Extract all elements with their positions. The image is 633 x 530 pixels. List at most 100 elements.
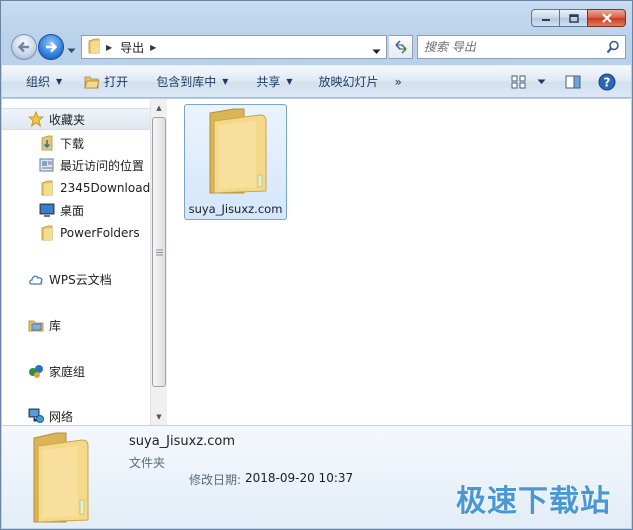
share-button[interactable]: 共享 ▼ bbox=[248, 70, 300, 94]
sidebar-item-label: 最近访问的位置 bbox=[60, 158, 145, 173]
details-file-type: 文件夹 bbox=[129, 456, 166, 470]
navigation-bar: ▶ 导出 ▶ bbox=[9, 33, 626, 61]
folder-icon bbox=[26, 430, 94, 529]
file-item[interactable]: suya_Jisuxz.com bbox=[184, 104, 287, 220]
breadcrumb-separator[interactable]: ▶ bbox=[106, 43, 112, 52]
watermark-logo: 极速下载站 bbox=[456, 484, 611, 519]
slideshow-label: 放映幻灯片 bbox=[318, 75, 379, 89]
sidebar-item-2345downloads[interactable]: 2345Downloads bbox=[39, 177, 150, 199]
desktop-icon bbox=[39, 202, 55, 218]
search-icon[interactable] bbox=[606, 40, 620, 57]
sidebar-favorites-label: 收藏夹 bbox=[49, 112, 86, 127]
search-box[interactable] bbox=[417, 35, 626, 59]
address-history-dropdown[interactable] bbox=[372, 44, 381, 58]
folder-icon bbox=[200, 107, 272, 200]
homegroup-icon bbox=[28, 363, 44, 379]
sidebar-homegroup-label: 家庭组 bbox=[49, 364, 86, 379]
maximize-button[interactable] bbox=[560, 9, 587, 27]
sidebar-item-desktop[interactable]: 桌面 bbox=[39, 199, 84, 221]
sidebar-network-label: 网络 bbox=[49, 409, 74, 424]
scroll-up-arrow-icon[interactable]: ▲ bbox=[151, 99, 167, 116]
more-commands-button[interactable]: » bbox=[387, 70, 410, 94]
folder-icon bbox=[39, 180, 55, 196]
sidebar-item-label: 桌面 bbox=[60, 203, 85, 218]
chevron-down-icon: ▼ bbox=[56, 77, 63, 86]
sidebar-item-label: 2345Downloads bbox=[60, 181, 150, 195]
explorer-window: ▶ 导出 ▶ 组织 ▼ 打开 包含到库中 ▼ bbox=[0, 0, 633, 530]
caption-buttons bbox=[531, 9, 626, 27]
slideshow-button[interactable]: 放映幻灯片 bbox=[311, 70, 387, 94]
include-in-library-button[interactable]: 包含到库中 ▼ bbox=[148, 70, 236, 94]
view-options-dropdown[interactable] bbox=[533, 70, 549, 94]
minimize-icon bbox=[541, 19, 550, 21]
refresh-icon bbox=[394, 40, 407, 54]
folder-icon bbox=[88, 38, 100, 57]
sidebar-item-downloads[interactable]: 下载 bbox=[39, 132, 84, 154]
organize-button[interactable]: 组织 ▼ bbox=[18, 70, 70, 94]
details-pane: suya_Jisuxz.com 文件夹 修改日期: 2018-09-20 10:… bbox=[2, 425, 631, 528]
open-button[interactable]: 打开 bbox=[76, 70, 136, 94]
grip-icon bbox=[155, 249, 163, 255]
details-file-name: suya_Jisuxz.com bbox=[129, 434, 236, 449]
preview-pane-icon bbox=[565, 75, 581, 89]
sidebar-libraries-label: 库 bbox=[49, 318, 62, 333]
details-modified-value: 2018-09-20 10:37 bbox=[245, 471, 354, 485]
minimize-button[interactable] bbox=[531, 9, 560, 27]
help-icon: ? bbox=[598, 73, 616, 91]
chevron-down-icon: ▼ bbox=[286, 77, 293, 86]
breadcrumb-separator[interactable]: ▶ bbox=[150, 43, 156, 52]
toolbar-right: ? bbox=[505, 70, 621, 94]
open-folder-icon bbox=[84, 76, 100, 88]
recent-pages-dropdown[interactable] bbox=[67, 43, 76, 57]
library-icon bbox=[28, 317, 44, 333]
chevron-down-icon bbox=[67, 48, 76, 53]
content-area: 收藏夹 下载 最近访问的位置 2345Downloads 桌面 PowerFol… bbox=[2, 99, 631, 425]
sidebar-item-label: PowerFolders bbox=[60, 226, 140, 240]
back-button[interactable] bbox=[11, 34, 37, 60]
download-folder-icon bbox=[39, 135, 55, 151]
more-label: » bbox=[394, 74, 402, 89]
forward-button[interactable] bbox=[38, 34, 64, 60]
change-view-button[interactable] bbox=[505, 70, 533, 94]
details-modified-label: 修改日期: bbox=[189, 473, 242, 487]
sidebar-homegroup[interactable]: 家庭组 bbox=[28, 360, 85, 382]
sidebar-favorites[interactable]: 收藏夹 bbox=[2, 108, 150, 130]
close-button[interactable] bbox=[587, 9, 626, 27]
close-icon bbox=[601, 13, 612, 23]
sidebar-libraries[interactable]: 库 bbox=[28, 314, 61, 336]
open-label: 打开 bbox=[104, 75, 129, 89]
refresh-button[interactable] bbox=[389, 35, 413, 59]
back-arrow-icon bbox=[17, 41, 29, 53]
sidebar-network[interactable]: 网络 bbox=[28, 405, 73, 425]
breadcrumb-current[interactable]: 导出 bbox=[120, 39, 144, 56]
organize-label: 组织 bbox=[26, 75, 51, 89]
file-name: suya_Jisuxz.com bbox=[188, 202, 283, 216]
recent-places-icon bbox=[39, 157, 55, 173]
chevron-down-icon bbox=[372, 49, 381, 54]
navigation-pane-scrollbar[interactable]: ▲ ▼ bbox=[150, 99, 167, 425]
sidebar-item-powerfolders[interactable]: PowerFolders bbox=[39, 222, 140, 244]
scroll-down-arrow-icon[interactable]: ▼ bbox=[151, 408, 167, 425]
forward-arrow-icon bbox=[46, 41, 58, 53]
sidebar-wps-cloud[interactable]: WPS云文档 bbox=[28, 268, 112, 290]
search-input[interactable] bbox=[424, 40, 604, 54]
view-grid-icon bbox=[511, 75, 526, 89]
address-bar[interactable]: ▶ 导出 ▶ bbox=[81, 35, 387, 59]
star-icon bbox=[28, 111, 44, 127]
share-label: 共享 bbox=[256, 75, 281, 89]
scrollbar-thumb[interactable] bbox=[152, 117, 166, 387]
sidebar-wps-cloud-label: WPS云文档 bbox=[49, 272, 112, 287]
navigation-pane: 收藏夹 下载 最近访问的位置 2345Downloads 桌面 PowerFol… bbox=[2, 99, 150, 425]
sidebar-item-recent-places[interactable]: 最近访问的位置 bbox=[39, 154, 144, 176]
command-bar: 组织 ▼ 打开 包含到库中 ▼ 共享 ▼ 放映幻灯片 » ? bbox=[2, 65, 631, 98]
file-list: suya_Jisuxz.com bbox=[168, 99, 631, 425]
folder-icon bbox=[39, 225, 55, 241]
network-icon bbox=[28, 408, 44, 424]
chevron-down-icon: ▼ bbox=[222, 77, 229, 86]
cloud-icon bbox=[28, 271, 44, 287]
sidebar-item-label: 下载 bbox=[60, 136, 85, 151]
preview-pane-button[interactable] bbox=[559, 70, 587, 94]
svg-text:?: ? bbox=[604, 76, 611, 90]
maximize-icon bbox=[568, 13, 579, 23]
help-button[interactable]: ? bbox=[593, 70, 621, 94]
